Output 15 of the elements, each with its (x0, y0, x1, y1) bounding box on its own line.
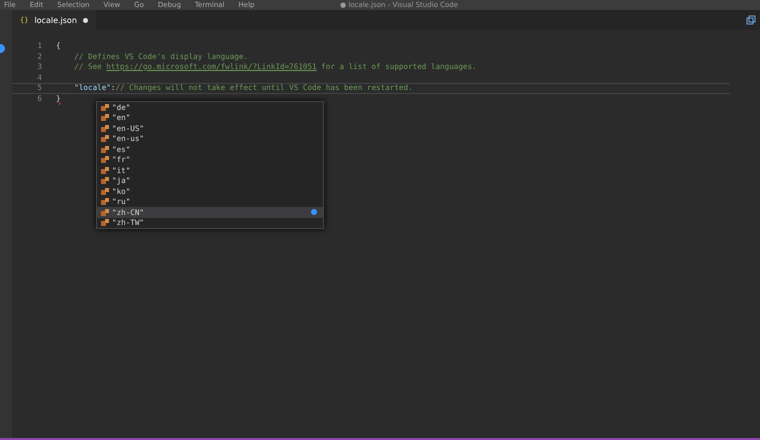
property-icon (101, 177, 109, 184)
property-icon (101, 156, 109, 164)
property-icon (101, 166, 109, 174)
property-icon (101, 124, 109, 132)
property-icon (101, 188, 109, 195)
tab-label: locale.json (34, 16, 77, 24)
property-icon (101, 198, 109, 206)
property-icon (101, 114, 109, 122)
property-icon (101, 146, 109, 153)
split-editor-icon[interactable] (746, 15, 756, 25)
property-icon (101, 208, 109, 216)
property-icon (101, 135, 109, 142)
property-icon (101, 104, 109, 111)
info-icon[interactable] (311, 209, 317, 216)
property-icon (101, 219, 109, 226)
